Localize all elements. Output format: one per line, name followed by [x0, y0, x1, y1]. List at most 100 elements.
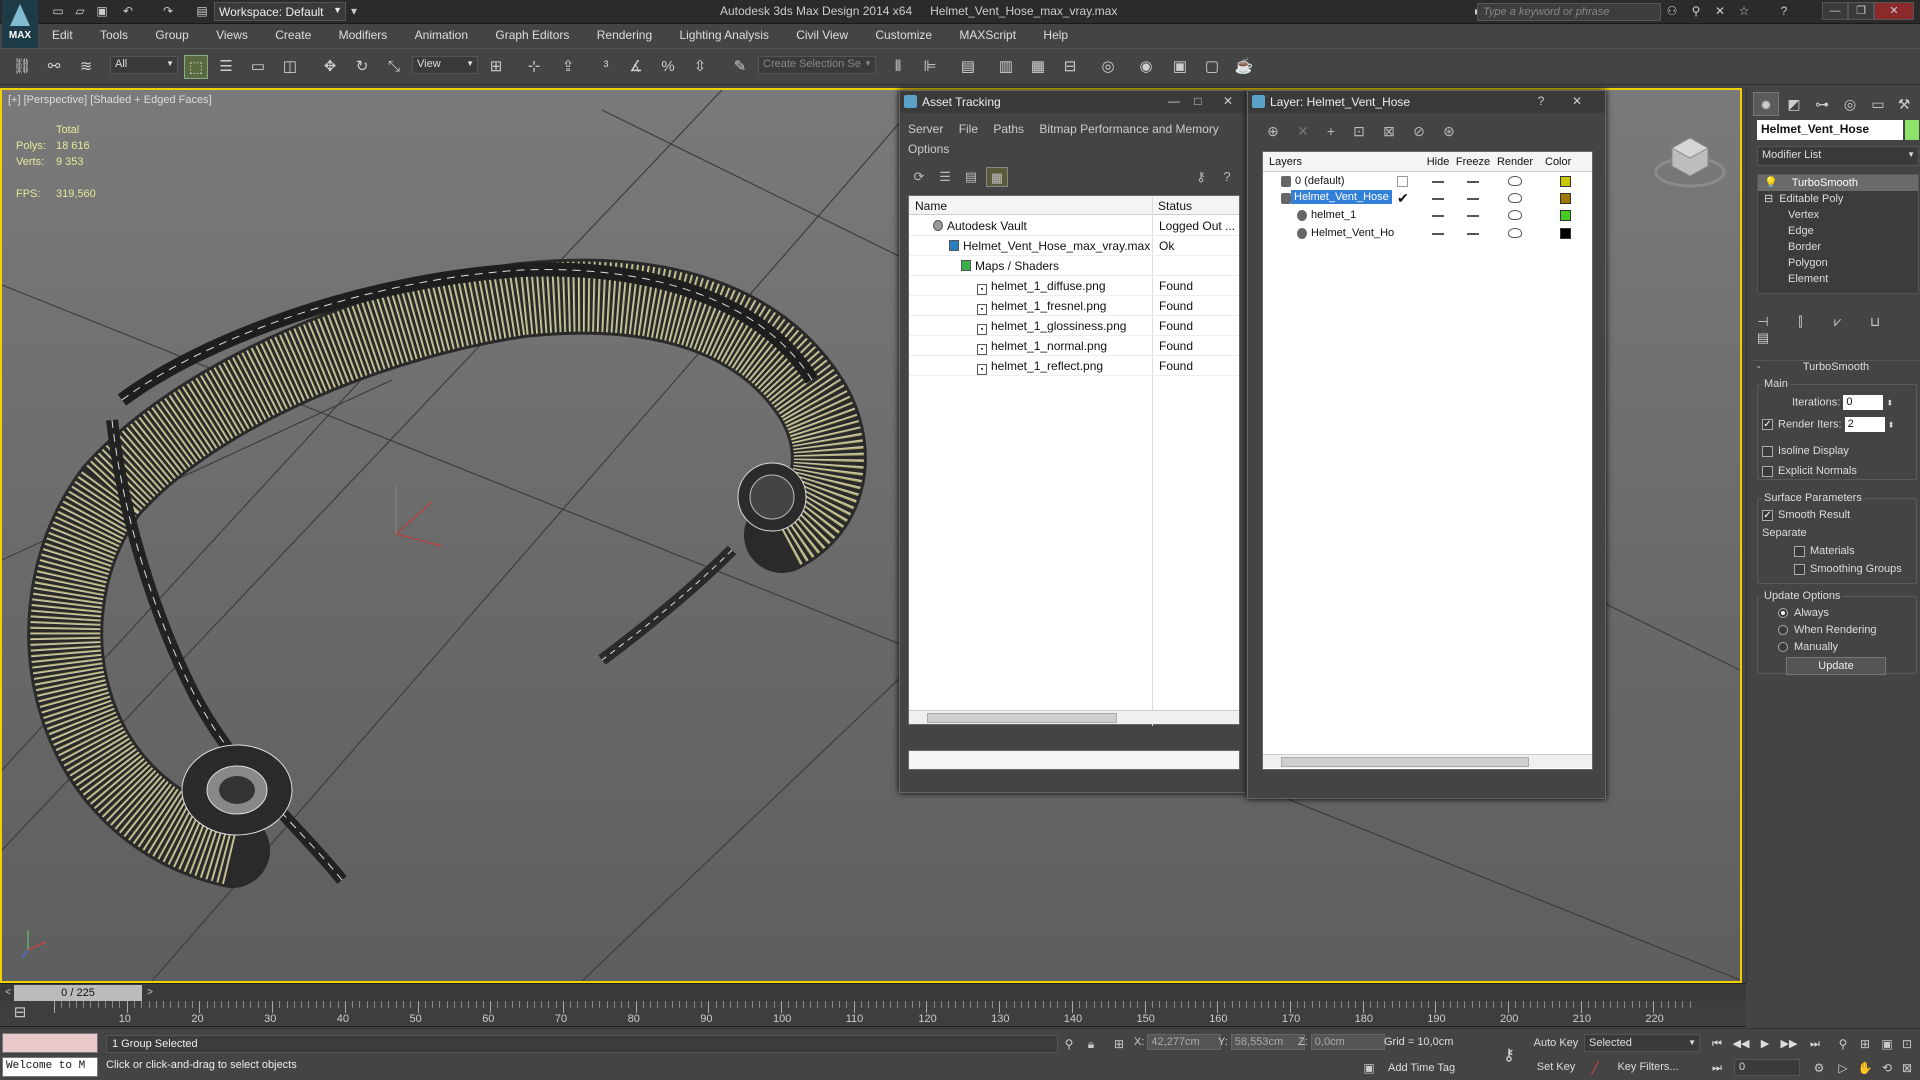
table-row[interactable]: ▪ helmet_1_normal.png Found: [909, 336, 1239, 356]
make-unique-icon[interactable]: ⩗: [1828, 314, 1848, 330]
orbit-icon[interactable]: ⟲: [1878, 1059, 1896, 1077]
motion-tab-icon[interactable]: ◎: [1837, 92, 1863, 116]
spinner-snap-icon[interactable]: ⇳: [688, 55, 712, 79]
current-layer-checkbox[interactable]: [1397, 176, 1408, 187]
render-frame-window-icon[interactable]: ▢: [1200, 55, 1224, 79]
selection-lock-icon[interactable]: 🔒︎: [1082, 1035, 1100, 1053]
delete-layer-icon[interactable]: ✕: [1292, 121, 1314, 141]
layer-horizontal-scrollbar[interactable]: [1263, 754, 1592, 768]
key-mode-toggle-icon[interactable]: ⏭: [1708, 1059, 1726, 1077]
schematic-view-icon[interactable]: ◎: [1096, 55, 1120, 79]
menu-animation[interactable]: Animation: [403, 25, 480, 42]
asset-col-status[interactable]: Status: [1152, 196, 1239, 215]
layer-color-swatch[interactable]: [1560, 193, 1571, 204]
add-time-tag[interactable]: Add Time Tag: [1388, 1062, 1455, 1074]
communication-icon[interactable]: ✕: [1712, 4, 1728, 19]
subscription-icon[interactable]: ⚲: [1688, 4, 1704, 19]
window-crossing-icon[interactable]: ◫: [278, 55, 302, 79]
asset-menu-paths[interactable]: Paths: [993, 122, 1024, 136]
asset-horizontal-scrollbar[interactable]: [909, 710, 1239, 724]
isolate-selection-icon[interactable]: ⚲: [1060, 1035, 1078, 1053]
menu-help[interactable]: Help: [1031, 25, 1080, 42]
zoom-extents-all-icon[interactable]: ⊡: [1898, 1035, 1916, 1053]
maxscript-mini-listener[interactable]: Welcome to M: [2, 1057, 98, 1077]
utilities-tab-icon[interactable]: ⚒: [1891, 92, 1917, 116]
render-setup-icon[interactable]: ▣: [1168, 55, 1192, 79]
pan-view-icon[interactable]: ✋: [1856, 1059, 1874, 1077]
time-next-arrow-icon[interactable]: >: [144, 985, 156, 1001]
thumbnail-view-icon[interactable]: ▤: [960, 167, 982, 187]
hide-toggle[interactable]: [1432, 198, 1444, 200]
current-frame-field[interactable]: 0: [1734, 1059, 1800, 1076]
render-teapot-icon[interactable]: [1508, 210, 1522, 220]
set-key-button[interactable]: Set Key: [1530, 1057, 1582, 1077]
manually-radio[interactable]: [1778, 642, 1788, 653]
display-tab-icon[interactable]: ▭: [1865, 92, 1891, 116]
configure-modifier-sets-icon[interactable]: ▤: [1753, 330, 1773, 346]
asset-menu-bitmap[interactable]: Bitmap Performance and Memory: [1039, 122, 1218, 136]
asset-close-button[interactable]: ✕: [1218, 92, 1238, 110]
reference-coordinate-dropdown[interactable]: View ▼: [412, 56, 478, 74]
redo-icon[interactable]: ↷: [160, 4, 176, 19]
when-rendering-radio[interactable]: [1778, 625, 1788, 636]
isoline-display-checkbox[interactable]: [1762, 445, 1773, 457]
curve-editor-icon[interactable]: ⊟: [1058, 55, 1082, 79]
list-view-icon[interactable]: ☰: [934, 167, 956, 187]
smooth-result-checkbox[interactable]: ✓: [1762, 509, 1773, 521]
hose-model[interactable]: [27, 258, 867, 888]
unlink-icon[interactable]: ⚯: [42, 55, 66, 79]
time-tag-icon[interactable]: ▣: [1360, 1059, 1378, 1077]
turbosmooth-rollout-header[interactable]: - TurboSmooth: [1753, 360, 1919, 376]
material-editor-icon[interactable]: ◉: [1134, 55, 1158, 79]
stack-item-turbosmooth[interactable]: 💡 TurboSmooth: [1758, 175, 1918, 191]
layer-help-button[interactable]: ?: [1531, 92, 1551, 110]
viewport-label[interactable]: [+] [Perspective] [Shaded + Edged Faces]: [8, 94, 212, 106]
field-of-view-icon[interactable]: ▷: [1834, 1059, 1852, 1077]
key-mode-dropdown[interactable]: Selected ▼: [1584, 1034, 1700, 1052]
align-icon[interactable]: ⊫: [918, 55, 942, 79]
asset-help-icon[interactable]: ?: [1216, 167, 1238, 187]
next-frame-icon[interactable]: ▶▶: [1780, 1035, 1798, 1053]
mirror-icon[interactable]: ⫴: [886, 55, 910, 79]
rectangular-selection-icon[interactable]: ▭: [246, 55, 270, 79]
mini-curve-editor-icon[interactable]: ⊟: [8, 1001, 32, 1025]
materials-checkbox[interactable]: [1794, 545, 1805, 557]
select-and-rotate-icon[interactable]: ↻: [350, 55, 374, 79]
go-to-end-icon[interactable]: ⏭: [1806, 1035, 1824, 1053]
project-folder-icon[interactable]: ▤: [194, 4, 210, 19]
object-color-swatch[interactable]: [1905, 120, 1919, 140]
table-row[interactable]: ▪ helmet_1_reflect.png Found: [909, 356, 1239, 376]
layer-manager-icon[interactable]: ▥: [994, 55, 1018, 79]
asset-minimize-button[interactable]: —: [1164, 92, 1184, 110]
selection-filter-dropdown[interactable]: All ▼: [110, 56, 178, 74]
y-coordinate-field[interactable]: 58,553cm: [1230, 1034, 1305, 1050]
table-row[interactable]: Helmet_Vent_Hose_max_vray.max Ok: [909, 236, 1239, 256]
zoom-all-icon[interactable]: ⊞: [1856, 1035, 1874, 1053]
x-coordinate-field[interactable]: 42,277cm: [1147, 1034, 1222, 1050]
active-layer-checkmark-icon[interactable]: ✔: [1397, 190, 1409, 207]
workspace-arrow-icon[interactable]: ▾: [346, 4, 362, 19]
show-end-result-icon[interactable]: ⫿: [1790, 314, 1810, 330]
render-teapot-icon[interactable]: [1508, 228, 1522, 238]
menu-group[interactable]: Group: [143, 25, 200, 42]
layer-titlebar[interactable]: Layer: Helmet_Vent_Hose ? ✕: [1248, 91, 1605, 113]
restore-button[interactable]: ❐: [1848, 2, 1874, 20]
favorites-star-icon[interactable]: ☆: [1736, 4, 1752, 19]
app-logo[interactable]: MAX: [2, 0, 38, 48]
layer-col-hide[interactable]: Hide: [1423, 152, 1453, 172]
remove-modifier-icon[interactable]: ⊔: [1865, 314, 1885, 330]
hide-toggle[interactable]: [1432, 181, 1444, 183]
render-iters-checkbox[interactable]: ✓: [1762, 419, 1773, 430]
auto-key-button[interactable]: Auto Key: [1530, 1033, 1582, 1053]
bind-space-warp-icon[interactable]: ≋: [74, 55, 98, 79]
layer-close-button[interactable]: ✕: [1567, 92, 1587, 110]
render-production-icon[interactable]: ☕: [1232, 55, 1256, 79]
menu-maxscript[interactable]: MAXScript: [947, 25, 1028, 42]
freeze-toggle[interactable]: [1467, 181, 1479, 183]
binoculars-icon[interactable]: ⚇: [1664, 4, 1680, 19]
stack-item-vertex[interactable]: Vertex: [1758, 207, 1918, 223]
absolute-mode-icon[interactable]: ⊞: [1110, 1035, 1128, 1053]
render-teapot-icon[interactable]: [1508, 193, 1522, 203]
table-row[interactable]: ▪ helmet_1_fresnel.png Found: [909, 296, 1239, 316]
hierarchy-tab-icon[interactable]: ⊶: [1809, 92, 1835, 116]
